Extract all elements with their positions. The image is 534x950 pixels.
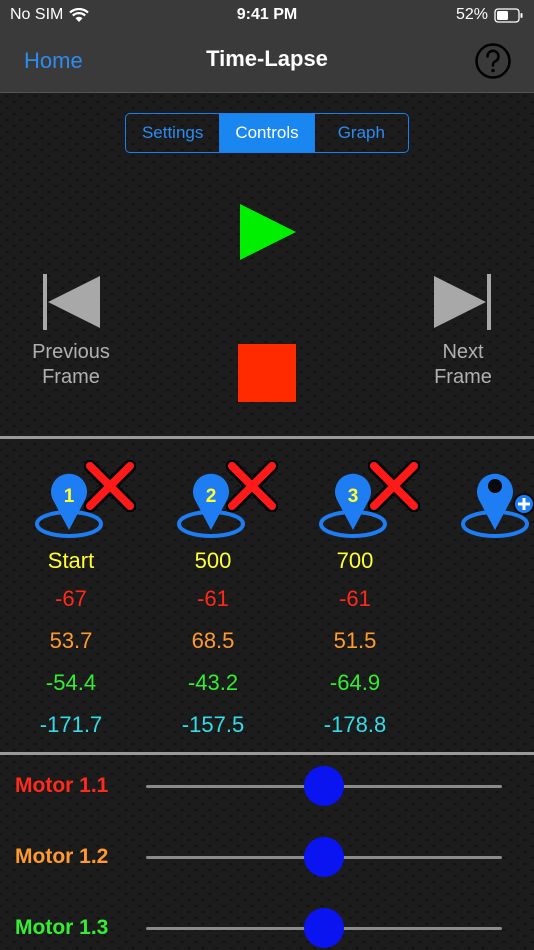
previous-frame-button[interactable]	[42, 272, 102, 337]
motor-slider-knob[interactable]	[304, 908, 344, 948]
tab-graph[interactable]: Graph	[315, 114, 408, 152]
keyframe-value-motor-1: -67	[55, 586, 87, 611]
play-icon	[240, 204, 296, 260]
keyframe-value-motor-3: -54.4	[45, 670, 97, 695]
keyframe-value-motor-2: 51.5	[333, 628, 377, 653]
next-frame-label-line2: Frame	[434, 366, 492, 388]
next-frame-label-line1: Next	[442, 341, 484, 363]
skip-forward-icon	[434, 274, 491, 330]
delete-keyframe-button[interactable]	[367, 459, 421, 517]
previous-frame-label-line2: Frame	[42, 366, 100, 388]
location-pin-add-icon	[461, 473, 534, 538]
keyframe-label: 500	[194, 548, 232, 573]
tab-settings[interactable]: Settings	[126, 114, 221, 152]
motor-label: Motor 1.1	[15, 774, 109, 797]
help-button[interactable]	[474, 42, 512, 85]
keyframe-value-motor-3: -64.9	[329, 670, 381, 695]
delete-keyframe-button[interactable]	[225, 459, 279, 517]
navigation-bar: Home Time-Lapse	[0, 30, 534, 93]
keyframe-column: 2 500 -61 68.5 -43.2 -157.5	[158, 450, 279, 740]
status-bar: No SIM 9:41 PM 52%	[0, 0, 534, 30]
keyframe-value-motor-1: -61	[339, 586, 371, 611]
clock: 9:41 PM	[236, 6, 298, 23]
delete-x-icon	[225, 459, 279, 513]
mode-segmented-control: Settings Controls Graph	[125, 113, 409, 153]
keyframe-label: 700	[336, 548, 374, 573]
battery-percent: 52%	[455, 6, 488, 23]
keyframe-value-motor-1: -61	[197, 586, 229, 611]
help-circle-icon	[475, 43, 511, 79]
section-divider	[0, 752, 534, 755]
previous-frame-label-line1: Previous	[32, 341, 110, 363]
keyframe-number: 1	[64, 486, 75, 507]
skip-back-icon	[43, 274, 100, 330]
keyframe-column: 3 700 -61 51.5 -64.9 -178.8	[300, 450, 421, 740]
keyframe-value-motor-3: -43.2	[187, 670, 239, 695]
previous-frame-label[interactable]: Previous Frame	[11, 340, 131, 390]
keyframe-number: 3	[348, 486, 359, 507]
motor-label: Motor 1.2	[15, 845, 109, 868]
next-frame-button[interactable]	[432, 272, 492, 337]
keyframe-value-motor-2: 68.5	[191, 628, 235, 653]
section-divider	[0, 436, 534, 439]
keyframe-label: Start	[47, 548, 95, 573]
delete-x-icon	[83, 459, 137, 513]
motor-slider-knob[interactable]	[304, 766, 344, 806]
keyframe-value-motor-4: -178.8	[323, 712, 387, 737]
stop-button[interactable]	[238, 344, 296, 402]
battery-info: 52%	[456, 6, 524, 24]
keyframe-value-motor-2: 53.7	[49, 628, 93, 653]
motor-label: Motor 1.3	[15, 916, 109, 939]
battery-icon	[494, 7, 523, 23]
delete-keyframe-button[interactable]	[83, 459, 137, 517]
keyframe-column: 1 Start -67 53.7 -54.4 -171.7	[16, 450, 137, 740]
keyframe-number: 2	[206, 486, 217, 507]
delete-x-icon	[367, 459, 421, 513]
add-keyframe-button[interactable]	[458, 454, 534, 549]
motor-slider-knob[interactable]	[304, 837, 344, 877]
page-title: Time-Lapse	[206, 46, 328, 71]
tab-controls[interactable]: Controls	[220, 114, 315, 152]
keyframe-value-motor-4: -157.5	[181, 712, 245, 737]
play-button[interactable]	[238, 202, 298, 267]
next-frame-label[interactable]: Next Frame	[403, 340, 523, 390]
keyframe-value-motor-4: -171.7	[39, 712, 103, 737]
